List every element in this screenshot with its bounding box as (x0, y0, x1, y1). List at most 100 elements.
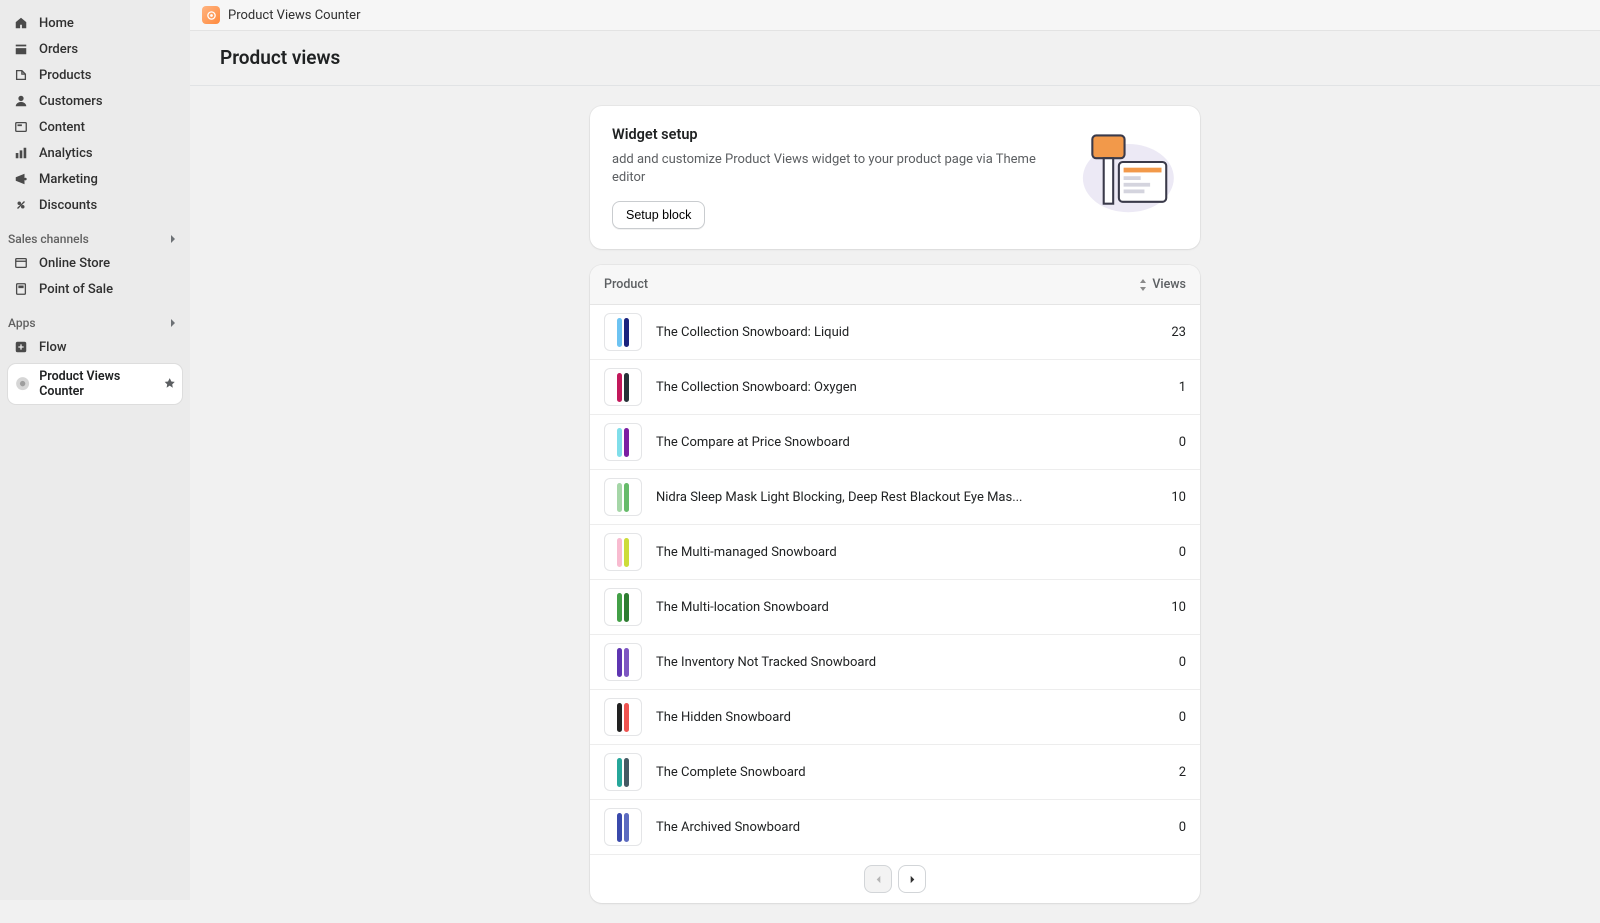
table-header: Product Views (590, 265, 1200, 305)
product-name: Nidra Sleep Mask Light Blocking, Deep Re… (656, 490, 1126, 505)
product-thumb (604, 698, 642, 736)
table-row[interactable]: Nidra Sleep Mask Light Blocking, Deep Re… (590, 470, 1200, 525)
app-logo-icon (202, 6, 220, 24)
main: Product Views Counter Product views Widg… (190, 0, 1600, 900)
chevron-right-icon (168, 318, 178, 328)
product-name: The Archived Snowboard (656, 820, 1126, 835)
topbar: Product Views Counter (190, 0, 1600, 31)
sidebar: Home Orders Products Customers Content Analyt… (0, 0, 190, 900)
product-name: The Inventory Not Tracked Snowboard (656, 655, 1126, 670)
nav-label: Marketing (39, 172, 98, 187)
product-thumb (604, 753, 642, 791)
pos-icon (12, 280, 30, 298)
sidebar-item-point-of-sale[interactable]: Point of Sale (0, 276, 190, 302)
views-value: 10 (1126, 490, 1186, 505)
apps-label: Apps (8, 316, 36, 330)
nav-label: Customers (39, 94, 103, 109)
sidebar-item-online-store[interactable]: Online Store (0, 250, 190, 276)
table-row[interactable]: The Collection Snowboard: Liquid23 (590, 305, 1200, 360)
product-thumb (604, 423, 642, 461)
views-value: 0 (1126, 710, 1186, 725)
setup-block-button[interactable]: Setup block (612, 201, 705, 229)
onlinestore-icon (12, 254, 30, 272)
table-row[interactable]: The Archived Snowboard0 (590, 800, 1200, 854)
table-row[interactable]: The Hidden Snowboard0 (590, 690, 1200, 745)
nav-label: Orders (39, 42, 78, 57)
views-value: 2 (1126, 765, 1186, 780)
sidebar-item-content[interactable]: Content (0, 114, 190, 140)
product-thumb (604, 533, 642, 571)
col-header-product[interactable]: Product (604, 277, 1116, 292)
widget-illustration (1073, 126, 1178, 216)
product-thumb (604, 588, 642, 626)
orders-icon (12, 40, 30, 58)
discounts-icon (12, 196, 30, 214)
sidebar-item-product-views-counter[interactable]: Product Views Counter (8, 364, 182, 404)
content-icon (12, 118, 30, 136)
sidebar-item-products[interactable]: Products (0, 62, 190, 88)
chevron-right-icon (168, 234, 178, 244)
product-name: The Collection Snowboard: Liquid (656, 325, 1126, 340)
customers-icon (12, 92, 30, 110)
widget-desc: add and customize Product Views widget t… (612, 151, 1055, 187)
nav-label: Analytics (39, 146, 93, 161)
views-value: 0 (1126, 545, 1186, 560)
sidebar-item-flow[interactable]: Flow (0, 334, 190, 360)
sidebar-item-customers[interactable]: Customers (0, 88, 190, 114)
analytics-icon (12, 144, 30, 162)
nav-label: Products (39, 68, 91, 83)
next-page-button[interactable] (898, 865, 926, 893)
sidebar-item-analytics[interactable]: Analytics (0, 140, 190, 166)
col-header-views[interactable]: Views (1116, 277, 1186, 292)
widget-setup-card: Widget setup add and customize Product V… (590, 106, 1200, 249)
product-thumb (604, 313, 642, 351)
chevron-right-icon (908, 875, 917, 884)
pin-icon[interactable] (163, 377, 176, 391)
nav-label: Discounts (39, 198, 97, 213)
views-value: 0 (1126, 820, 1186, 835)
product-thumb (604, 368, 642, 406)
sales-channels-header[interactable]: Sales channels (0, 226, 190, 250)
product-views-table: Product Views The Collection Snowboard: … (590, 265, 1200, 903)
nav-label: Flow (39, 340, 67, 355)
table-row[interactable]: The Multi-location Snowboard10 (590, 580, 1200, 635)
nav-label: Point of Sale (39, 282, 113, 297)
topbar-title: Product Views Counter (228, 8, 360, 23)
product-name: The Multi-managed Snowboard (656, 545, 1126, 560)
chevron-left-icon (874, 875, 883, 884)
product-name: The Multi-location Snowboard (656, 600, 1126, 615)
views-value: 23 (1126, 325, 1186, 340)
app-icon (14, 375, 31, 393)
product-name: The Compare at Price Snowboard (656, 435, 1126, 450)
views-value: 0 (1126, 655, 1186, 670)
views-value: 10 (1126, 600, 1186, 615)
sort-icon (1138, 279, 1148, 291)
sidebar-item-discounts[interactable]: Discounts (0, 192, 190, 218)
table-row[interactable]: The Compare at Price Snowboard0 (590, 415, 1200, 470)
widget-heading: Widget setup (612, 126, 1055, 143)
table-row[interactable]: The Complete Snowboard2 (590, 745, 1200, 800)
table-row[interactable]: The Collection Snowboard: Oxygen1 (590, 360, 1200, 415)
nav-label: Home (39, 16, 74, 31)
sidebar-item-marketing[interactable]: Marketing (0, 166, 190, 192)
table-row[interactable]: The Multi-managed Snowboard0 (590, 525, 1200, 580)
pagination (590, 854, 1200, 903)
nav-label: Online Store (39, 256, 110, 271)
sales-channels-label: Sales channels (8, 232, 89, 246)
sidebar-item-home[interactable]: Home (0, 10, 190, 36)
page-title: Product views (190, 31, 1600, 86)
marketing-icon (12, 170, 30, 188)
product-name: The Hidden Snowboard (656, 710, 1126, 725)
sidebar-item-orders[interactable]: Orders (0, 36, 190, 62)
product-thumb (604, 478, 642, 516)
table-row[interactable]: The Inventory Not Tracked Snowboard0 (590, 635, 1200, 690)
views-value: 0 (1126, 435, 1186, 450)
product-thumb (604, 643, 642, 681)
nav-label: Content (39, 120, 85, 135)
flow-icon (12, 338, 30, 356)
home-icon (12, 14, 30, 32)
apps-header[interactable]: Apps (0, 310, 190, 334)
product-thumb (604, 808, 642, 846)
views-value: 1 (1126, 380, 1186, 395)
prev-page-button (864, 865, 892, 893)
